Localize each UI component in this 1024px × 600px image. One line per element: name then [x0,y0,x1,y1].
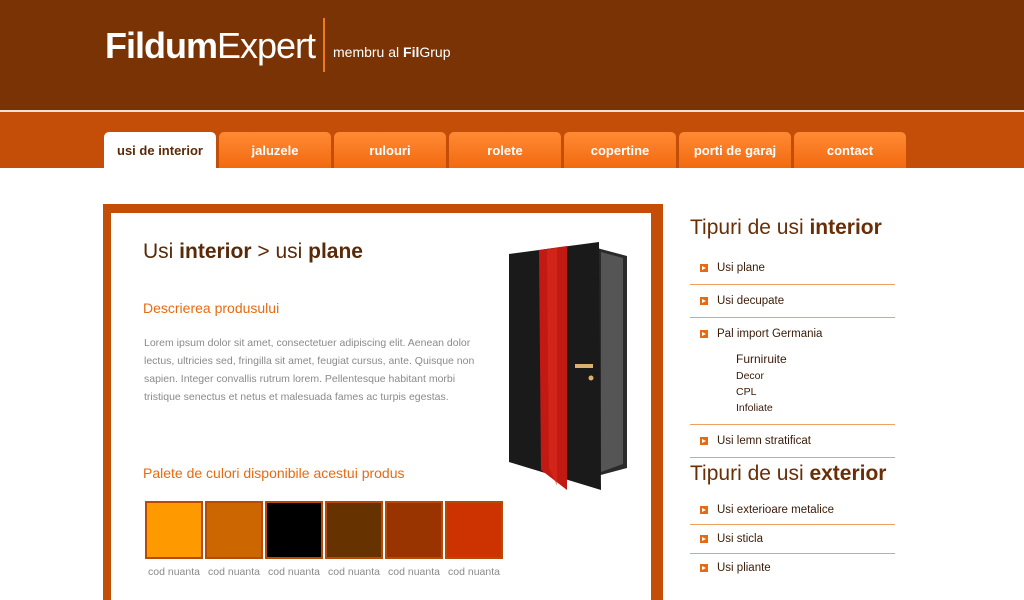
list-item: Usi exterioare metalice [690,495,895,525]
tagline-fil: Fil [403,44,420,60]
sub-list: Furniruite Decor CPL Infoliate [690,350,895,424]
sub-item-furniruite[interactable]: Furniruite [736,350,895,368]
logo-brand-light: Expert [216,25,316,66]
arrow-bullet-icon [700,297,708,305]
sidebar-item-pal-import-germania[interactable]: Pal import Germania [690,318,895,350]
arrow-bullet-icon [700,437,708,445]
arrow-bullet-icon [700,535,708,543]
tab-contact[interactable]: contact [794,132,906,168]
list-item: Usi decupate [690,285,895,318]
tab-copertine[interactable]: copertine [564,132,676,168]
title-part-c: > usi [251,240,309,263]
list-item: Usi sticla [690,525,895,554]
title-part-d: plane [308,240,363,263]
sidebar-item-usi-sticla[interactable]: Usi sticla [690,525,895,553]
exterior-types-heading: Tipuri de usi exterior [690,462,886,486]
swatch-label: cod nuanta [148,566,200,578]
color-swatch[interactable] [325,501,383,559]
sidebar-item-label: Usi plane [717,262,765,274]
color-palette: cod nuanta cod nuanta cod nuanta cod nua… [144,501,504,578]
sidebar-item-label: Pal import Germania [717,328,823,340]
page-title: Usi interior > usi plane [143,240,363,264]
logo-separator [323,18,325,72]
palette-heading: Palete de culori disponibile acestui pro… [143,465,405,481]
tagline-prefix: membru al [333,44,404,60]
list-item: Pal import Germania Furniruite Decor CPL… [690,318,895,425]
exterior-types-list: Usi exterioare metalice Usi sticla Usi p… [690,495,895,582]
swatch-item[interactable]: cod nuanta [264,501,324,578]
sub-item-decor[interactable]: Decor [736,368,895,384]
interior-types-list: Usi plane Usi decupate Pal import German… [690,252,895,458]
sub-item-infoliate[interactable]: Infoliate [736,400,895,416]
title-part-b: interior [179,240,252,263]
swatch-item[interactable]: cod nuanta [204,501,264,578]
description-heading: Descrierea produsului [143,300,280,316]
interior-types-heading: Tipuri de usi interior [690,216,882,240]
sidebar-item-label: Usi pliante [717,562,771,574]
interior-heading-b: interior [809,216,882,239]
color-swatch[interactable] [385,501,443,559]
swatch-label: cod nuanta [448,566,500,578]
tagline: membru al FilGrup [333,44,451,60]
arrow-bullet-icon [700,505,708,514]
tagline-grup: Grup [419,44,451,60]
logo-brand-bold: Fildum [105,25,218,66]
swatch-item[interactable]: cod nuanta [444,501,504,578]
nav-tabs: usi de interior jaluzele rulouri rolete … [104,132,909,168]
product-description: Lorem ipsum dolor sit amet, consectetuer… [144,337,475,403]
sidebar-item-label: Usi lemn stratificat [717,435,811,447]
tab-rolete[interactable]: rolete [449,132,561,168]
sidebar-item-label: Usi sticla [717,533,764,545]
interior-heading-a: Tipuri de usi [690,216,810,239]
tab-jaluzele[interactable]: jaluzele [219,132,331,168]
tab-porti-de-garaj[interactable]: porti de garaj [679,132,791,168]
sidebar-item-usi-decupate[interactable]: Usi decupate [690,285,895,317]
sidebar-item-label: Usi decupate [717,295,785,307]
title-part-a: Usi [143,240,180,263]
swatch-item[interactable]: cod nuanta [144,501,204,578]
sub-item-cpl[interactable]: CPL [736,384,895,400]
color-swatch[interactable] [205,501,263,559]
sidebar-item-usi-plane[interactable]: Usi plane [690,252,895,284]
tab-rulouri[interactable]: rulouri [334,132,446,168]
arrow-bullet-icon [700,564,708,572]
exterior-heading-a: Tipuri de usi [690,462,810,485]
sidebar-item-label: Usi exterioare metalice [717,503,834,516]
list-item: Usi pliante [690,554,895,582]
swatch-label: cod nuanta [328,566,380,578]
sidebar-item-usi-exterioare-metalice[interactable]: Usi exterioare metalice [690,495,895,524]
color-swatch[interactable] [445,501,503,559]
arrow-bullet-icon [700,264,708,272]
swatch-label: cod nuanta [388,566,440,578]
sidebar-item-usi-lemn-stratificat[interactable]: Usi lemn stratificat [690,425,895,457]
door-image [509,242,627,490]
arrow-bullet-icon [700,330,708,338]
swatch-label: cod nuanta [208,566,260,578]
list-item: Usi lemn stratificat [690,425,895,458]
tab-usi-de-interior[interactable]: usi de interior [104,132,216,168]
swatch-label: cod nuanta [268,566,320,578]
color-swatch[interactable] [145,501,203,559]
swatch-item[interactable]: cod nuanta [324,501,384,578]
list-item: Usi plane [690,252,895,285]
swatch-item[interactable]: cod nuanta [384,501,444,578]
sidebar-item-usi-pliante[interactable]: Usi pliante [690,554,895,582]
site-logo[interactable]: Fildum Expert [105,24,316,68]
exterior-heading-b: exterior [809,462,887,485]
color-swatch[interactable] [265,501,323,559]
